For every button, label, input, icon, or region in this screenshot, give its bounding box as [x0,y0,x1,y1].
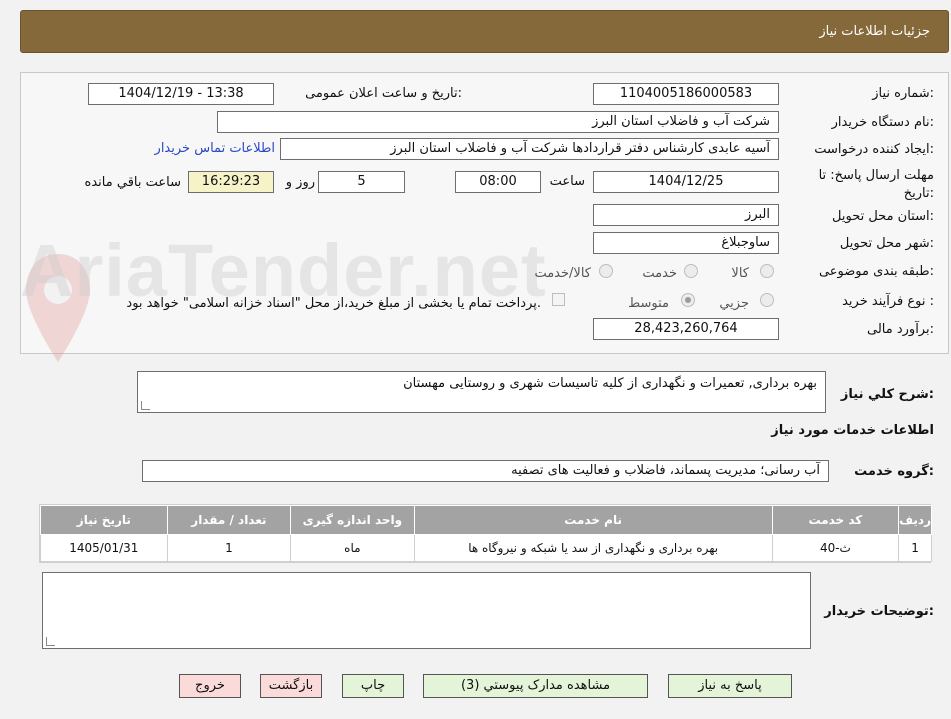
column-header-row-number: رديف [898,505,932,535]
table-header-row: رديف کد خدمت نام خدمت واحد اندازه گیری ت… [40,505,932,535]
column-header-quantity: تعداد / مقدار [166,505,292,535]
category-radio-goods-service[interactable] [599,264,613,278]
cell-row-number: 1 [898,534,932,562]
category-option-goods: کالا [731,266,749,281]
buyer-org-label: نام دستگاه خریدار: [831,115,934,130]
category-label: طبقه بندی موضوعی: [818,264,934,279]
buyer-contact-link[interactable]: اطلاعات تماس خریدار [155,141,275,156]
budget-label: برآورد مالی: [867,322,934,337]
days-field: 5 [318,171,405,193]
cell-service-name: بهره برداری و نگهداری از سد یا شبکه و نی… [413,534,773,562]
buyer-notes-label: توضیحات خریدار: [824,604,934,619]
page-title: جزئیات اطلاعات نیاز [819,24,930,39]
category-radio-goods[interactable] [760,264,774,278]
resize-handle-icon[interactable] [46,637,55,646]
deadline-date-field: 1404/12/25 [593,171,779,193]
budget-field: 28,423,260,764 [593,318,779,340]
cell-need-date: 1405/01/31 [40,534,168,562]
description-label: شرح کلي نياز: [840,387,934,402]
announce-field: 1404/12/19 - 13:38 [88,83,274,105]
need-number-field: 1104005186000583 [593,83,779,105]
process-radio-medium[interactable] [681,293,695,307]
cell-unit: ماه [290,534,415,562]
deadline-label-line2: تاریخ: [903,186,934,201]
service-group-field: آب رسانی؛ مدیریت پسماند، فاضلاب و فعالیت… [142,460,829,482]
city-field: ساوجبلاغ [593,232,779,254]
payment-note: پرداخت تمام یا بخشی از مبلغ خرید،از محل … [126,296,541,311]
column-header-service-code: کد خدمت [771,505,900,535]
announce-label: تاریخ و ساعت اعلان عمومی: [305,86,462,101]
days-label: روز و [285,175,315,190]
table-row: 1 ث-40 بهره برداری و نگهداری از سد یا شب… [40,534,932,562]
process-label: نوع فرآیند خرید : [842,294,934,309]
deadline-time-field: 08:00 [455,171,541,193]
column-header-need-date: تاريخ نياز [40,505,168,535]
need-number-label: شماره نیاز: [872,86,934,101]
service-group-label: گروه خدمت: [854,464,934,479]
category-option-goods-service: کالا/خدمت [534,266,591,281]
buyer-org-field: شرکت آب و فاضلاب استان البرز [217,111,779,133]
deadline-time-label: ساعت [549,174,585,189]
process-radio-partial[interactable] [760,293,774,307]
category-radio-service[interactable] [684,264,698,278]
description-textarea[interactable]: بهره برداری, تعمیرات و نگهداری از کلیه ت… [137,371,826,413]
column-header-unit: واحد اندازه گیری [290,505,415,535]
remaining-time-field: 16:29:23 [188,171,274,193]
treasury-bonds-checkbox[interactable] [552,293,565,306]
print-button[interactable]: چاپ [342,674,404,698]
services-section-title: اطلاعات خدمات مورد نياز [771,423,934,438]
deadline-label-line1: مهلت ارسال پاسخ: تا [818,168,934,183]
reply-button[interactable]: پاسخ به نياز [668,674,792,698]
city-label: شهر محل تحویل: [839,236,934,251]
process-option-partial: جزيي [719,296,749,311]
province-label: استان محل تحویل: [832,209,934,224]
page-header: جزئیات اطلاعات نیاز [20,10,949,53]
resize-handle-icon[interactable] [141,401,150,410]
process-option-medium: متوسط [628,296,669,311]
view-attachments-button[interactable]: مشاهده مدارک پیوستي (3) [423,674,648,698]
exit-button[interactable]: خروج [179,674,241,698]
description-text: بهره برداری, تعمیرات و نگهداری از کلیه ت… [403,376,817,391]
services-table: رديف کد خدمت نام خدمت واحد اندازه گیری ت… [40,505,932,562]
cell-service-code: ث-40 [771,534,900,562]
buyer-notes-textarea[interactable] [42,572,811,649]
remaining-label: ساعت باقي مانده [84,175,181,190]
province-field: البرز [593,204,779,226]
back-button[interactable]: بازگشت [260,674,322,698]
category-option-service: خدمت [642,266,677,281]
requester-label: ایجاد کننده درخواست: [814,142,934,157]
services-table-container: رديف کد خدمت نام خدمت واحد اندازه گیری ت… [39,504,932,563]
column-header-service-name: نام خدمت [413,505,773,535]
requester-field: آسیه عابدی کارشناس دفتر قراردادها شرکت آ… [280,138,779,160]
cell-quantity: 1 [166,534,292,562]
